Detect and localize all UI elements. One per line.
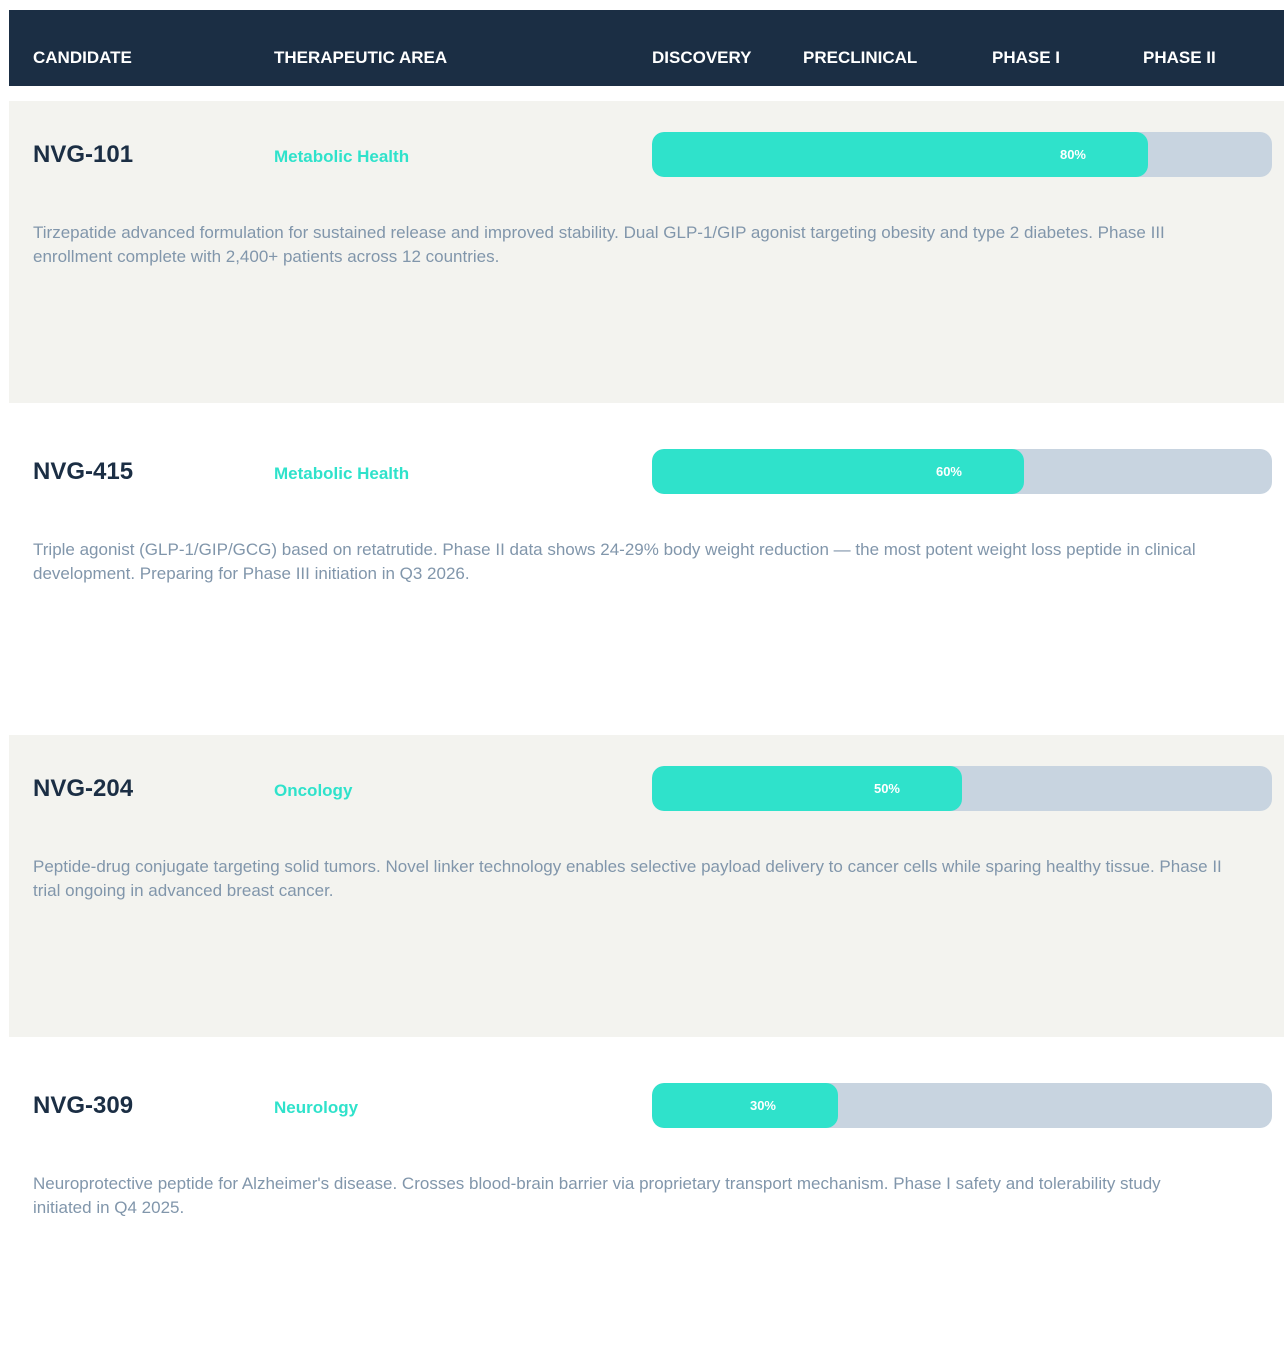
therapeutic-area: Oncology — [274, 781, 353, 800]
progress-label: 80% — [1059, 147, 1086, 162]
therapeutic-area: Neurology — [274, 1098, 359, 1117]
progress-fill: 60% — [652, 449, 1024, 494]
progress-fill: 30% — [652, 1083, 838, 1128]
candidate-description: Neuroprotective peptide for Alzheimer's … — [33, 1174, 1161, 1217]
header-phase-1: PHASE I — [992, 48, 1061, 67]
header-therapeutic-area: THERAPEUTIC AREA — [274, 48, 448, 67]
candidate-row: NVG-204 Oncology 50% Peptide-drug conjug… — [9, 735, 1284, 1037]
candidate-description: Triple agonist (GLP-1/GIP/GCG) based on … — [33, 540, 1196, 583]
candidate-name: NVG-415 — [33, 458, 134, 485]
progress-track: 30% — [652, 1083, 1272, 1128]
candidate-name: NVG-309 — [33, 1092, 134, 1119]
candidate-name: NVG-204 — [33, 775, 134, 802]
candidate-row: NVG-101 Metabolic Health 80% Tirzepatide… — [9, 101, 1284, 403]
header-candidate: CANDIDATE — [33, 48, 132, 67]
header-preclinical: PRECLINICAL — [803, 48, 918, 67]
progress-track: 60% — [652, 449, 1272, 494]
pipeline-table: CANDIDATE THERAPEUTIC AREA DISCOVERY PRE… — [9, 10, 1284, 1354]
progress-fill: 50% — [652, 766, 962, 811]
header-discovery: DISCOVERY — [652, 48, 752, 67]
header-phase-2: PHASE II — [1143, 48, 1216, 67]
progress-track: 50% — [652, 766, 1272, 811]
therapeutic-area: Metabolic Health — [274, 464, 410, 483]
candidate-description: Peptide-drug conjugate targeting solid t… — [33, 857, 1222, 900]
progress-fill: 80% — [652, 132, 1148, 177]
progress-label: 60% — [935, 464, 962, 479]
candidate-description: Tirzepatide advanced formulation for sus… — [33, 223, 1165, 266]
progress-label: 50% — [873, 781, 900, 796]
candidate-name: NVG-101 — [33, 141, 134, 168]
candidate-row: NVG-309 Neurology 30% Neuroprotective pe… — [9, 1052, 1284, 1354]
progress-track: 80% — [652, 132, 1272, 177]
table-header: CANDIDATE THERAPEUTIC AREA DISCOVERY PRE… — [9, 10, 1284, 86]
progress-label: 30% — [749, 1098, 776, 1113]
candidate-row: NVG-415 Metabolic Health 60% Triple agon… — [9, 418, 1284, 720]
therapeutic-area: Metabolic Health — [274, 147, 410, 166]
